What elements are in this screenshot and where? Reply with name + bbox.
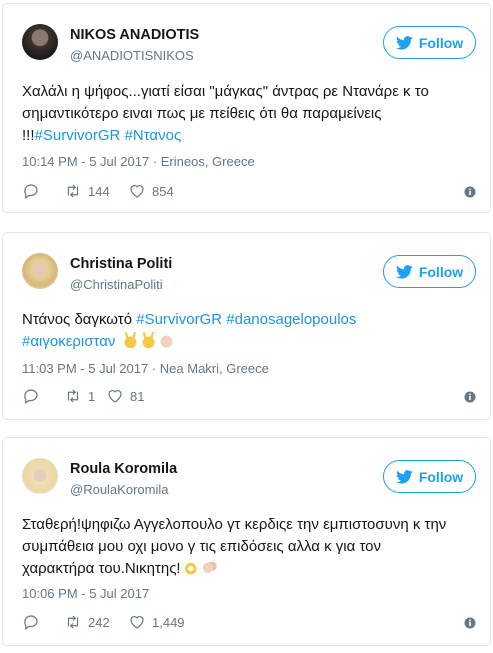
tweet-card: NIKOS ANADIOTIS @ANADIOTISNIKOS Follow Χ… (2, 3, 491, 213)
tweet-text-line: Σταθερή!ψηφιζω Αγγελοπουλο γτ κερδιςε τη… (22, 516, 447, 533)
tweet-card: Christina Politi @ChristinaPoliti Follow… (2, 232, 491, 420)
tweet-text-fragment: χαρακτήρα του.Νικητης! (22, 560, 181, 577)
author-name[interactable]: Roula Koromila (70, 461, 177, 477)
tweet-text-line: συμπάθεια μου οχι μονο γ τις επιδόσεις α… (22, 538, 382, 555)
retweet-count: 144 (88, 183, 110, 199)
ok-hand-icon (183, 559, 199, 575)
tweet-text: Σταθερή!ψηφιζω Αγγελοπουλο γτ κερδιςε τη… (22, 514, 476, 580)
victory-hand-icon (140, 332, 156, 348)
tweet-text-line: χαρακτήρα του.Νικητης! (22, 558, 476, 580)
author-name[interactable]: Christina Politi (70, 256, 172, 272)
author-handle[interactable]: @RoulaKoromila (70, 482, 168, 497)
tweet-text-fragment: Ντάνος δαγκωτό (22, 311, 137, 328)
reply-button[interactable] (22, 613, 64, 631)
retweet-count: 242 (88, 614, 110, 630)
retweet-button[interactable]: 242 (64, 613, 128, 631)
avatar[interactable] (22, 458, 58, 494)
like-count: 81 (130, 388, 145, 404)
heart-icon (108, 390, 122, 403)
reply-button[interactable] (22, 182, 64, 200)
follow-button[interactable]: Follow (383, 460, 476, 493)
like-count: 854 (152, 183, 174, 199)
tweet-text: Χαλάλι η ψήφος...γιατί είσαι "μάγκας" άν… (22, 81, 476, 147)
tweet-text-line: σημαντικότερο ειναι πως με πείθεις ότι θ… (22, 105, 382, 122)
raised-fist-icon (158, 332, 174, 348)
clapping-hands-icon (201, 559, 217, 575)
tweet-timestamp[interactable]: 10:06 PM - 5 Jul 2017 (22, 586, 149, 601)
like-button[interactable]: 1,449 (128, 613, 188, 631)
avatar[interactable] (22, 253, 58, 289)
twitter-bird-icon (395, 264, 413, 279)
info-icon[interactable] (464, 391, 476, 403)
avatar[interactable] (22, 24, 58, 60)
reply-icon (24, 615, 38, 630)
retweet-icon (67, 615, 79, 629)
like-count: 1,449 (152, 614, 185, 630)
follow-button[interactable]: Follow (383, 26, 476, 59)
tweet-actions: 1 81 (22, 387, 166, 405)
tweet-text-line: Ντάνος δαγκωτό #SurvivorGR #danosagelopo… (22, 309, 476, 331)
heart-icon (130, 616, 144, 629)
follow-label: Follow (418, 34, 464, 51)
info-icon[interactable] (464, 617, 476, 629)
heart-icon (130, 185, 144, 198)
twitter-bird-icon (395, 469, 413, 484)
reply-icon (24, 389, 38, 404)
author-handle[interactable]: @ChristinaPoliti (70, 277, 163, 292)
reply-button[interactable] (22, 387, 64, 405)
tweet-card: Roula Koromila @RoulaKoromila Follow Στα… (2, 437, 491, 646)
tweet-timestamp-location[interactable]: 10:14 PM - 5 Jul 2017 · Erineos, Greece (22, 154, 255, 169)
like-button[interactable]: 81 (106, 387, 166, 405)
retweet-count: 1 (88, 388, 96, 404)
hashtag-link[interactable]: #αιγοκερισταν (22, 333, 115, 350)
hashtag-link[interactable]: #SurvivorGR (136, 311, 222, 328)
tweet-actions: 242 1,449 (22, 613, 188, 631)
hashtag-link[interactable]: #Ντανος (125, 127, 182, 144)
tweet-text-line: Χαλάλι η ψήφος...γιατί είσαι "μάγκας" άν… (22, 83, 429, 100)
retweet-icon (67, 184, 79, 198)
victory-hand-icon (122, 332, 138, 348)
tweet-text-line: #αιγοκερισταν (22, 331, 476, 353)
follow-label: Follow (418, 263, 464, 280)
tweet-text-fragment: !!! (22, 127, 35, 144)
reply-icon (24, 184, 38, 199)
twitter-bird-icon (395, 35, 413, 50)
hashtag-link[interactable]: #SurvivorGR (35, 127, 121, 144)
tweet-text: Ντάνος δαγκωτό #SurvivorGR #danosagelopo… (22, 309, 476, 353)
follow-label: Follow (418, 468, 464, 485)
author-name[interactable]: NIKOS ANADIOTIS (70, 27, 199, 43)
retweet-icon (67, 389, 79, 403)
hashtag-link[interactable]: #danosagelopoulos (226, 311, 356, 328)
tweet-actions: 144 854 (22, 182, 188, 200)
retweet-button[interactable]: 1 (64, 387, 106, 405)
author-handle[interactable]: @ANADIOTISNIKOS (70, 48, 194, 63)
tweet-text-line: !!!#SurvivorGR #Ντανος (22, 125, 476, 147)
like-button[interactable]: 854 (128, 182, 188, 200)
retweet-button[interactable]: 144 (64, 182, 128, 200)
follow-button[interactable]: Follow (383, 255, 476, 288)
tweet-timestamp-location[interactable]: 11:03 PM - 5 Jul 2017 · Nea Makri, Greec… (22, 361, 269, 376)
info-icon[interactable] (464, 186, 476, 198)
